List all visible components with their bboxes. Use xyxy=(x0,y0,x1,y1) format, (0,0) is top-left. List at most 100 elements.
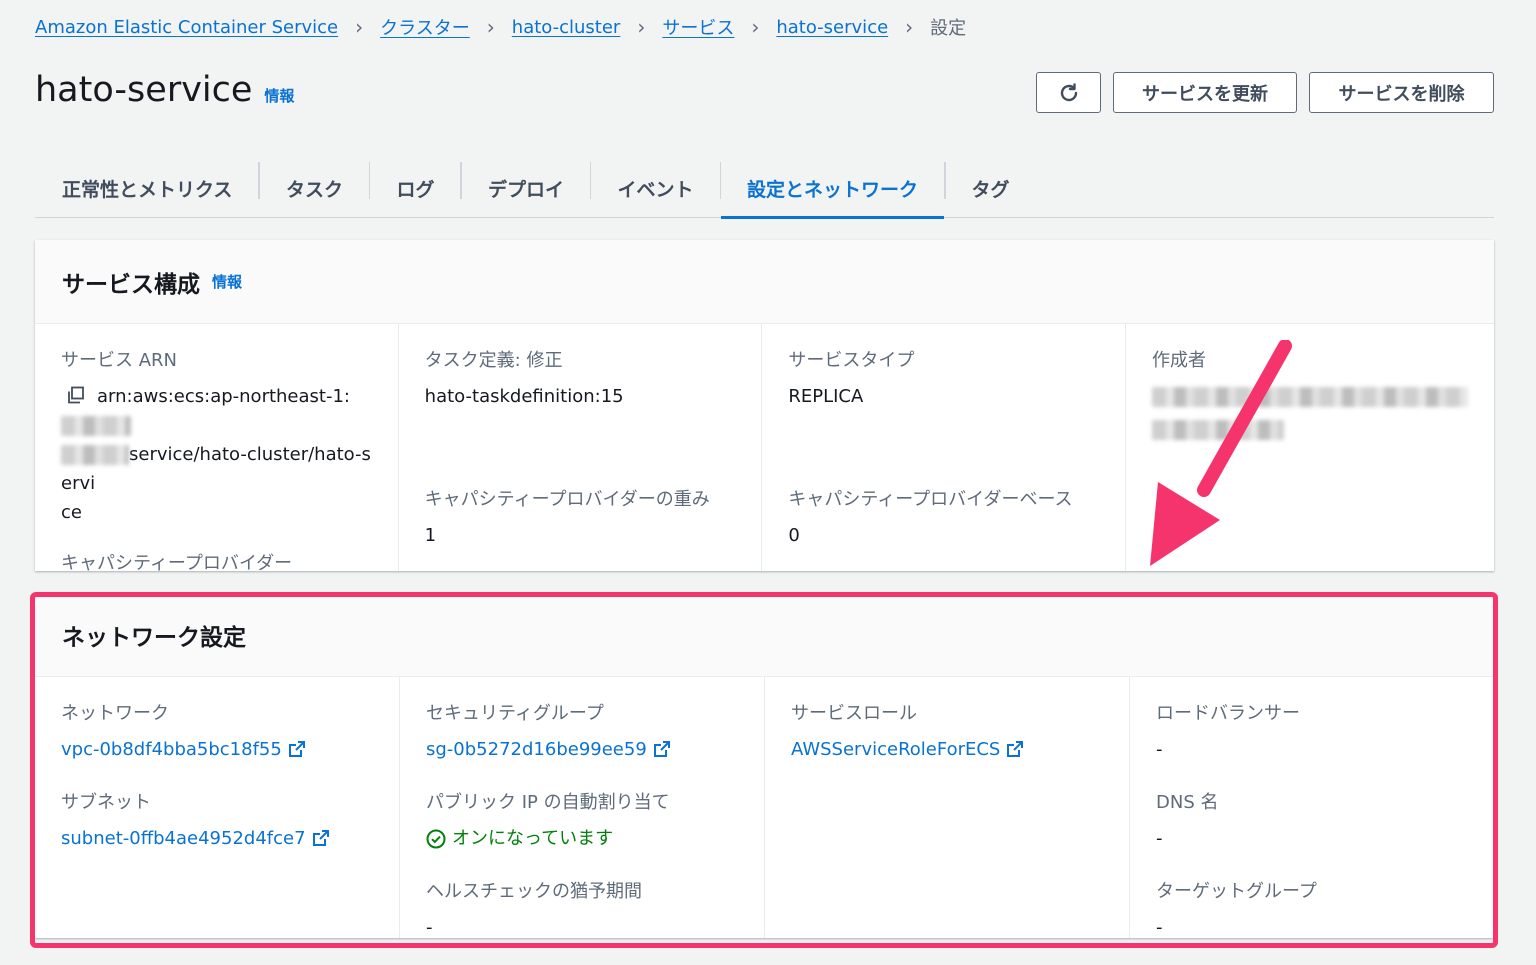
service-arn-part1: arn:aws:ecs:ap-northeast-1: xyxy=(97,386,350,407)
external-link-icon[interactable] xyxy=(288,740,306,758)
network-config-title: ネットワーク設定 xyxy=(62,624,246,651)
chevron-right-icon: › xyxy=(905,15,914,39)
external-link-icon[interactable] xyxy=(312,829,330,847)
redacted-account-id xyxy=(61,445,129,465)
check-circle-icon xyxy=(426,829,446,848)
service-role-label: サービスロール xyxy=(791,703,917,724)
breadcrumb-clusters[interactable]: クラスター xyxy=(380,14,470,40)
breadcrumb-services[interactable]: サービス xyxy=(662,14,734,40)
load-balancer-field: ロードバランサー - xyxy=(1156,699,1468,764)
refresh-icon xyxy=(1060,82,1077,101)
security-group-label: セキュリティグループ xyxy=(426,703,604,724)
service-config-body: サービス ARN arn:aws:ecs:ap-northeast-1: ser… xyxy=(35,324,1494,610)
task-definition-label: タスク定義: 修正 xyxy=(424,350,563,371)
capacity-base-label: キャパシティープロバイダーベース xyxy=(788,489,1073,510)
dns-name-label: DNS 名 xyxy=(1156,792,1219,813)
public-ip-label: パブリック IP の自動割り当て xyxy=(426,792,670,813)
security-group-link[interactable]: sg-0b5272d16be99ee59 xyxy=(426,739,647,760)
public-ip-field: パブリック IP の自動割り当て オンになっています xyxy=(426,788,738,853)
public-ip-value: オンになっています xyxy=(426,824,738,853)
info-link[interactable]: 情報 xyxy=(212,271,242,292)
capacity-base-field: キャパシティープロバイダーベース 0 xyxy=(788,485,1099,550)
load-balancer-value: - xyxy=(1156,739,1163,760)
health-grace-field: ヘルスチェックの猶予期間 - xyxy=(426,877,738,942)
page-title: hato-service 情報 xyxy=(35,70,294,110)
breadcrumb-ecs[interactable]: Amazon Elastic Container Service xyxy=(35,17,338,38)
tab-configuration-networking[interactable]: 設定とネットワーク xyxy=(721,160,945,219)
page-title-text: hato-service xyxy=(35,70,253,110)
delete-service-button[interactable]: サービスを削除 xyxy=(1309,72,1494,113)
capacity-weight-label: キャパシティープロバイダーの重み xyxy=(424,489,710,510)
health-grace-label: ヘルスチェックの猶予期間 xyxy=(426,881,642,902)
network-field: ネットワーク vpc-0b8df4bba5bc18f55 xyxy=(61,699,373,764)
network-config-col-2: セキュリティグループ sg-0b5272d16be99ee59 パブリック IP… xyxy=(399,677,764,938)
service-role-link[interactable]: AWSServiceRoleForECS xyxy=(791,739,1000,760)
refresh-button[interactable] xyxy=(1036,72,1101,113)
header-actions: サービスを更新 サービスを削除 xyxy=(1036,72,1494,113)
chevron-right-icon: › xyxy=(355,15,364,39)
subnet-field: サブネット subnet-0ffb4ae4952d4fce7 xyxy=(61,788,373,853)
external-link-icon[interactable] xyxy=(653,740,671,758)
network-config-body: ネットワーク vpc-0b8df4bba5bc18f55 サブネット subne… xyxy=(35,677,1494,938)
capacity-weight-field: キャパシティープロバイダーの重み 1 xyxy=(425,485,736,550)
redacted-creator xyxy=(1152,387,1469,407)
task-definition-field: タスク定義: 修正 hato-taskdefinition:15 xyxy=(425,346,736,463)
capacity-weight-value: 1 xyxy=(424,525,437,546)
target-group-value: - xyxy=(1156,917,1163,938)
load-balancer-label: ロードバランサー xyxy=(1156,703,1300,724)
network-config-col-1: ネットワーク vpc-0b8df4bba5bc18f55 サブネット subne… xyxy=(35,677,399,938)
security-group-value: sg-0b5272d16be99ee59 xyxy=(426,735,738,764)
public-ip-status: オンになっています xyxy=(452,828,614,849)
subnet-value: subnet-0ffb4ae4952d4fce7 xyxy=(61,824,373,853)
service-config-col-2: タスク定義: 修正 hato-taskdefinition:15 キャパシティー… xyxy=(397,324,762,571)
creator-value-redacted xyxy=(1152,382,1469,440)
chevron-right-icon: › xyxy=(637,15,646,39)
service-config-col-3: サービスタイプ REPLICA キャパシティープロバイダーベース 0 xyxy=(761,324,1125,571)
network-config-panel: ネットワーク設定 ネットワーク vpc-0b8df4bba5bc18f55 サブ… xyxy=(35,593,1494,938)
vpc-link[interactable]: vpc-0b8df4bba5bc18f55 xyxy=(61,739,282,760)
network-config-col-3: サービスロール AWSServiceRoleForECS xyxy=(764,677,1129,938)
target-group-label: ターゲットグループ xyxy=(1156,881,1317,902)
task-definition-link[interactable]: hato-taskdefinition:15 xyxy=(425,382,736,411)
tab-health-metrics[interactable]: 正常性とメトリクス xyxy=(35,160,258,217)
subnet-label: サブネット xyxy=(61,792,151,813)
tab-deployments[interactable]: デプロイ xyxy=(462,160,590,217)
service-type-field: サービスタイプ REPLICA xyxy=(788,346,1099,463)
update-service-button[interactable]: サービスを更新 xyxy=(1113,72,1297,113)
capacity-base-value: 0 xyxy=(788,525,800,546)
tab-tasks[interactable]: タスク xyxy=(260,160,369,217)
health-grace-value: - xyxy=(426,917,433,938)
redacted-account-id xyxy=(61,416,131,436)
external-link-icon[interactable] xyxy=(1006,740,1024,758)
breadcrumb-current: 設定 xyxy=(930,18,967,39)
service-arn-value: arn:aws:ecs:ap-northeast-1: service/hato… xyxy=(61,382,372,527)
info-link[interactable]: 情報 xyxy=(264,85,294,106)
chevron-right-icon: › xyxy=(751,15,760,39)
tab-bar: 正常性とメトリクス タスク ログ デプロイ イベント 設定とネットワーク タグ xyxy=(35,160,1494,219)
service-arn-label: サービス ARN xyxy=(61,350,178,371)
security-group-field: セキュリティグループ sg-0b5272d16be99ee59 xyxy=(426,699,738,764)
network-config-header: ネットワーク設定 xyxy=(35,593,1494,677)
copy-icon[interactable] xyxy=(67,386,85,404)
subnet-link[interactable]: subnet-0ffb4ae4952d4fce7 xyxy=(61,828,306,849)
breadcrumb: Amazon Elastic Container Service › クラスター… xyxy=(35,14,966,40)
service-config-col-1: サービス ARN arn:aws:ecs:ap-northeast-1: ser… xyxy=(35,324,398,610)
tab-logs[interactable]: ログ xyxy=(370,160,460,217)
service-role-field: サービスロール AWSServiceRoleForECS xyxy=(791,699,1103,764)
tab-tags[interactable]: タグ xyxy=(946,160,1036,217)
redacted-creator xyxy=(1152,420,1285,440)
dns-name-field: DNS 名 - xyxy=(1156,788,1468,853)
service-config-panel: サービス構成 情報 サービス ARN arn:aws:ecs:ap-northe… xyxy=(35,240,1494,610)
service-type-label: サービスタイプ xyxy=(788,350,915,371)
network-config-col-4: ロードバランサー - DNS 名 - ターゲットグループ - xyxy=(1129,677,1494,938)
service-arn-part3: ce xyxy=(61,502,82,523)
breadcrumb-cluster[interactable]: hato-cluster xyxy=(512,17,621,38)
tab-events[interactable]: イベント xyxy=(591,160,719,217)
breadcrumb-service[interactable]: hato-service xyxy=(776,17,888,38)
service-config-header: サービス構成 情報 xyxy=(35,240,1494,324)
capacity-provider-label: キャパシティープロバイダー xyxy=(61,553,293,574)
creator-label: 作成者 xyxy=(1152,350,1207,371)
creator-field: 作成者 xyxy=(1152,346,1469,440)
service-type-value: REPLICA xyxy=(788,386,864,407)
dns-name-value: - xyxy=(1156,828,1163,849)
